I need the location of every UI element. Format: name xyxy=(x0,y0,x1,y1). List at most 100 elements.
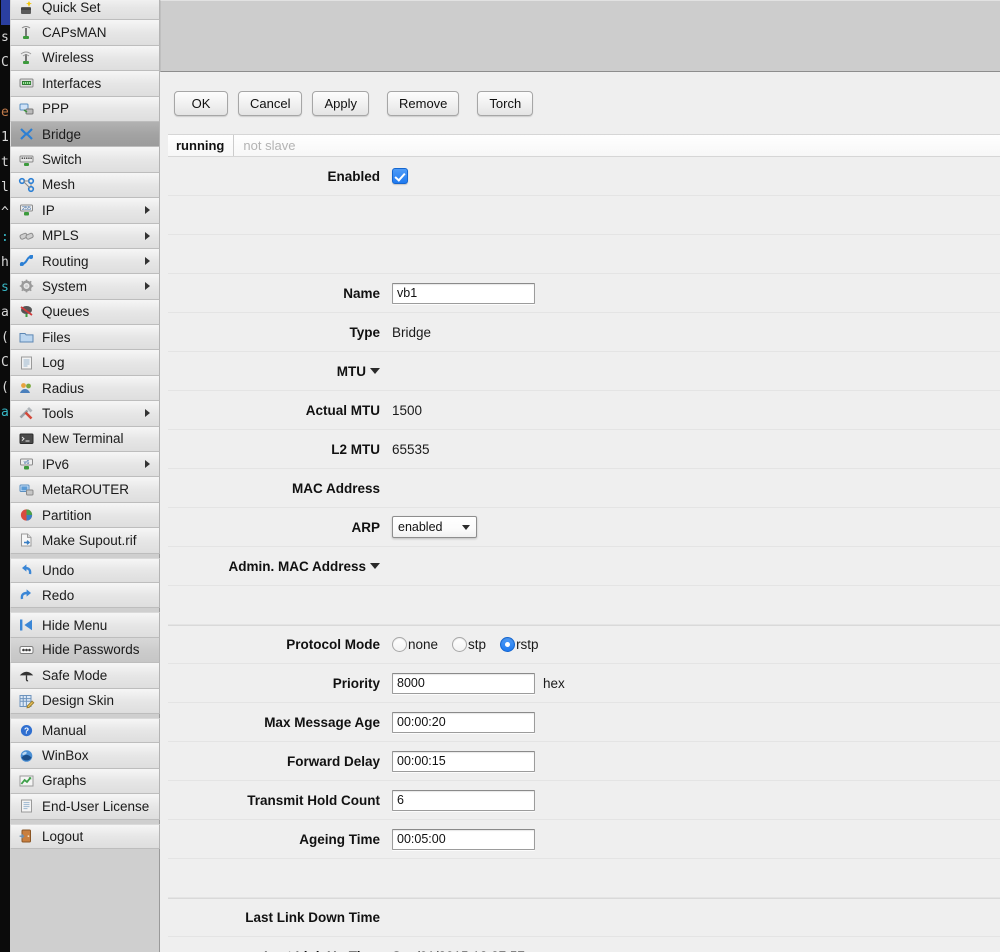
sidebar-item-files[interactable]: Files xyxy=(10,325,160,351)
sidebar-item-label: IP xyxy=(42,202,55,218)
main-panel: OK Cancel Apply Remove Torch running not… xyxy=(160,0,1000,952)
torch-button[interactable]: Torch xyxy=(477,90,534,116)
sidebar-item-switch[interactable]: Switch xyxy=(10,147,160,173)
sidebar-item-mesh[interactable]: Mesh xyxy=(10,172,160,199)
sidebar-item-winbox[interactable]: WinBox xyxy=(10,743,160,769)
sidebar-item-label: IPv6 xyxy=(42,456,70,472)
label-last-link-down-time: Last Link Down Time xyxy=(245,910,380,925)
sidebar-item-hide-passwords[interactable]: Hide Passwords xyxy=(10,637,160,664)
row-type: Type Bridge xyxy=(168,313,1000,352)
remove-button[interactable]: Remove xyxy=(387,90,460,116)
row-spacer-4 xyxy=(168,859,1000,898)
cancel-button[interactable]: Cancel xyxy=(238,90,303,116)
radio-option-none[interactable]: none xyxy=(392,637,438,652)
ppp-icon xyxy=(18,101,35,117)
sidebar-item-label: Hide Passwords xyxy=(42,642,140,658)
sidebar-item-metarouter[interactable]: MetaROUTER xyxy=(10,477,160,503)
sidebar-item-partition[interactable]: Partition xyxy=(10,502,160,529)
apply-button[interactable]: Apply xyxy=(312,90,369,116)
sidebar-item-new-terminal[interactable]: New Terminal xyxy=(10,426,160,453)
label-max-message-age: Max Message Age xyxy=(264,714,380,730)
sidebar-item-quick-set[interactable]: Quick Set xyxy=(10,0,160,21)
sidebar-item-label: New Terminal xyxy=(42,431,124,447)
sidebar-item-label: Quick Set xyxy=(42,0,101,16)
priority-input[interactable] xyxy=(392,672,535,694)
tools-icon xyxy=(18,405,35,421)
svg-text:255: 255 xyxy=(22,206,31,212)
sidebar-item-label: WinBox xyxy=(42,748,89,764)
sidebar-item-manual[interactable]: ? Manual xyxy=(10,717,160,744)
sidebar-item-radius[interactable]: Radius xyxy=(10,375,160,402)
protocol-mode-radio-group: none stp rstp xyxy=(392,637,539,652)
sidebar-item-bridge[interactable]: Bridge xyxy=(10,121,160,148)
sidebar-item-label: Logout xyxy=(42,828,84,844)
sidebar-item-logout[interactable]: Logout xyxy=(10,823,160,849)
metarouter-icon xyxy=(18,482,35,498)
arp-selected-value: enabled xyxy=(398,520,443,534)
name-input[interactable] xyxy=(392,282,535,304)
quick-set-icon xyxy=(18,0,35,16)
radio-option-rstp[interactable]: rstp xyxy=(500,637,539,652)
radio-option-stp[interactable]: stp xyxy=(452,637,486,652)
sidebar-item-ip[interactable]: 255 IP xyxy=(10,198,160,224)
sidebar-item-interfaces[interactable]: Interfaces xyxy=(10,71,160,97)
sidebar-item-end-user-license[interactable]: End-User License xyxy=(10,794,160,820)
sidebar-item-hide-menu[interactable]: Hide Menu xyxy=(10,612,160,638)
sidebar-item-label: Safe Mode xyxy=(42,667,108,683)
sidebar-item-queues[interactable]: Queues xyxy=(10,299,160,326)
sidebar-item-label: Undo xyxy=(42,562,75,578)
label-arp: ARP xyxy=(351,519,380,535)
enabled-checkbox[interactable] xyxy=(392,168,408,184)
sidebar-item-label: Manual xyxy=(42,723,87,739)
ipv6-icon: v6 xyxy=(18,456,35,472)
row-max-message-age: Max Message Age xyxy=(168,703,1000,742)
chevron-right-icon xyxy=(145,409,150,418)
graphs-icon xyxy=(18,773,35,789)
row-spacer-1 xyxy=(168,196,1000,235)
action-toolbar: OK Cancel Apply Remove Torch xyxy=(160,72,1000,134)
label-priority: Priority xyxy=(332,675,380,691)
sidebar-item-capsman[interactable]: CAPsMAN xyxy=(10,20,160,46)
sidebar-item-safe-mode[interactable]: Safe Mode xyxy=(10,663,160,689)
design-skin-icon xyxy=(18,693,35,709)
sidebar-item-tools[interactable]: Tools xyxy=(10,401,160,427)
sidebar-item-make-supout-rif[interactable]: Make Supout.rif xyxy=(10,528,160,554)
label-last-link-up-time: Last Link Up Time xyxy=(170,949,392,952)
row-name: Name xyxy=(168,274,1000,313)
sidebar-item-graphs[interactable]: Graphs xyxy=(10,768,160,795)
sidebar-item-system[interactable]: System xyxy=(10,274,160,300)
supout-icon xyxy=(18,532,35,548)
svg-text:?: ? xyxy=(24,725,29,735)
sidebar-item-redo[interactable]: Redo xyxy=(10,582,160,609)
sidebar-item-routing[interactable]: Routing xyxy=(10,248,160,275)
capsman-icon xyxy=(18,25,35,41)
radio-rstp-label: rstp xyxy=(516,637,539,652)
transmit-hold-count-input[interactable] xyxy=(392,789,535,811)
sidebar-item-label: Hide Menu xyxy=(42,617,108,633)
sidebar-item-label: Make Supout.rif xyxy=(42,532,137,548)
sidebar-item-ipv6[interactable]: v6 IPv6 xyxy=(10,452,160,478)
arp-select[interactable]: enabled xyxy=(392,516,477,538)
sidebar-item-undo[interactable]: Undo xyxy=(10,557,160,583)
logout-icon xyxy=(18,828,35,844)
sidebar-item-wireless[interactable]: Wireless xyxy=(10,45,160,72)
chevron-right-icon xyxy=(145,282,150,291)
ageing-time-input[interactable] xyxy=(392,828,535,850)
sidebar-item-label: Bridge xyxy=(42,126,82,142)
ok-button[interactable]: OK xyxy=(174,90,228,116)
chevron-right-icon xyxy=(145,460,150,469)
hide-menu-icon xyxy=(18,617,35,633)
sidebar-item-label: Graphs xyxy=(42,773,87,789)
sidebar-item-mpls[interactable]: MPLS xyxy=(10,223,160,249)
radio-none-indicator xyxy=(392,637,407,652)
max-message-age-input[interactable] xyxy=(392,711,535,733)
sidebar-item-ppp[interactable]: PPP xyxy=(10,96,160,122)
sidebar-item-label: Queues xyxy=(42,304,90,320)
sidebar-item-design-skin[interactable]: Design Skin xyxy=(10,688,160,714)
chevron-down-icon[interactable] xyxy=(370,368,380,374)
forward-delay-input[interactable] xyxy=(392,750,535,772)
sidebar-item-log[interactable]: Log xyxy=(10,350,160,376)
chevron-down-icon[interactable] xyxy=(370,563,380,569)
radio-rstp-indicator xyxy=(500,637,516,652)
status-slave: not slave xyxy=(243,138,296,153)
